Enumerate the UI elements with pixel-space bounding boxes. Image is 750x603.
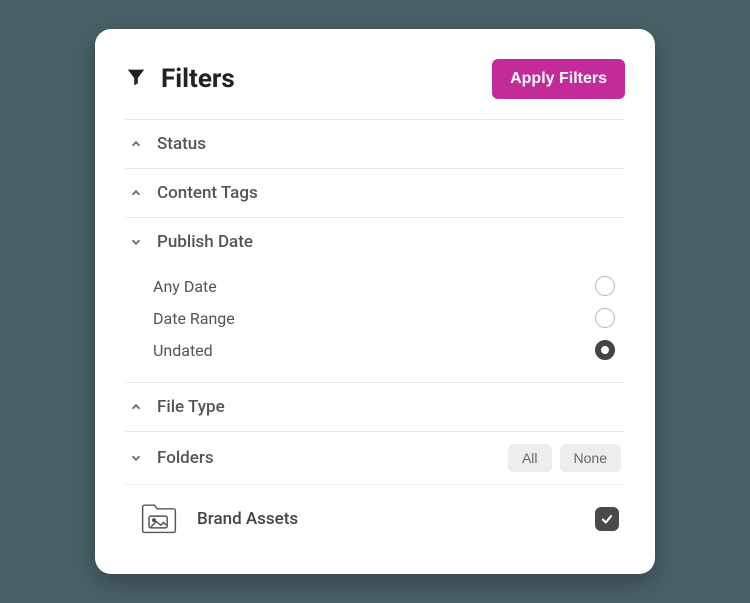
chevron-up-icon [129, 400, 143, 414]
chevron-down-icon [129, 235, 143, 249]
folder-icon [139, 499, 179, 539]
section-label-folders: Folders [157, 448, 214, 468]
folder-item-label: Brand Assets [197, 509, 298, 529]
section-label-content-tags: Content Tags [157, 183, 258, 203]
option-label-undated: Undated [153, 341, 213, 360]
folders-select-pills: All None [508, 444, 621, 472]
select-all-button[interactable]: All [508, 444, 552, 472]
radio-date-range[interactable] [595, 308, 615, 328]
chevron-up-icon [129, 186, 143, 200]
section-label-publish-date: Publish Date [157, 232, 253, 252]
panel-header: Filters Apply Filters [125, 59, 625, 99]
check-icon [600, 512, 614, 526]
option-any-date[interactable]: Any Date [153, 270, 625, 302]
radio-any-date[interactable] [595, 276, 615, 296]
section-file-type: File Type [125, 382, 625, 431]
section-header-content-tags[interactable]: Content Tags [125, 169, 625, 217]
section-header-file-type[interactable]: File Type [125, 383, 625, 431]
select-none-button[interactable]: None [560, 444, 621, 472]
chevron-down-icon [129, 451, 143, 465]
option-date-range[interactable]: Date Range [153, 302, 625, 334]
section-header-publish-date[interactable]: Publish Date [125, 218, 625, 266]
funnel-icon [125, 66, 147, 92]
section-status: Status [125, 119, 625, 168]
option-undated[interactable]: Undated [153, 334, 625, 366]
section-header-folders: Folders All None [125, 432, 625, 484]
header-left: Filters [125, 64, 235, 94]
panel-title: Filters [161, 64, 235, 94]
apply-filters-button[interactable]: Apply Filters [492, 59, 625, 99]
folder-item-brand-assets[interactable]: Brand Assets [125, 484, 625, 553]
option-label-any-date: Any Date [153, 277, 217, 296]
folders-header-left[interactable]: Folders [129, 448, 214, 468]
publish-date-options: Any Date Date Range Undated [125, 266, 625, 382]
section-publish-date: Publish Date Any Date Date Range Undated [125, 217, 625, 382]
folder-item-left: Brand Assets [139, 499, 298, 539]
section-label-file-type: File Type [157, 397, 225, 417]
section-folders: Folders All None Brand Assets [125, 431, 625, 553]
section-label-status: Status [157, 134, 206, 154]
chevron-up-icon [129, 137, 143, 151]
option-label-date-range: Date Range [153, 309, 235, 328]
radio-undated[interactable] [595, 340, 615, 360]
filters-panel: Filters Apply Filters Status Content Tag… [95, 29, 655, 574]
folder-checkbox-brand-assets[interactable] [595, 507, 619, 531]
section-content-tags: Content Tags [125, 168, 625, 217]
section-header-status[interactable]: Status [125, 120, 625, 168]
